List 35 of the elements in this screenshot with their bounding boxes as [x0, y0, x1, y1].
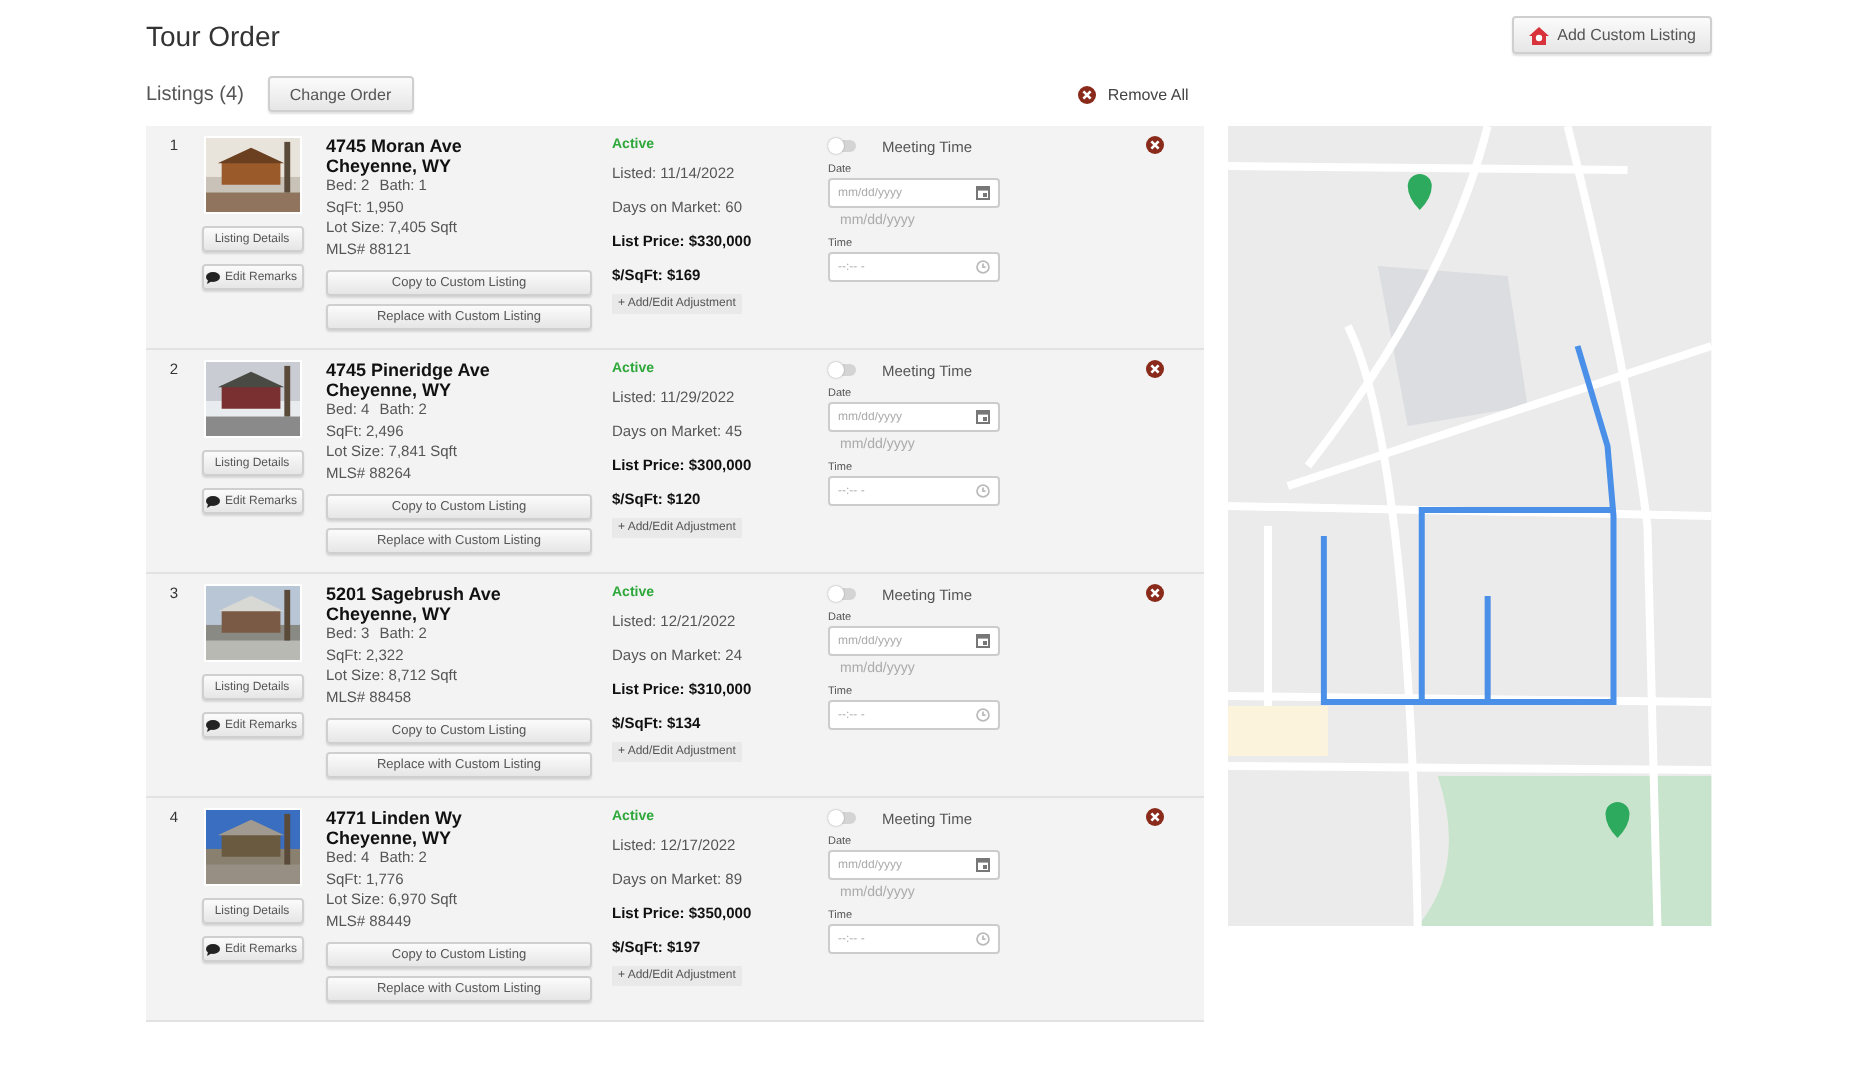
add-custom-listing-button[interactable]: Add Custom Listing	[1511, 16, 1712, 54]
calendar-icon	[976, 858, 990, 872]
clock-icon	[976, 932, 990, 946]
speech-bubble-icon	[206, 495, 221, 507]
speech-bubble-icon	[206, 271, 221, 283]
house-icon	[1527, 25, 1550, 45]
meeting-time-toggle[interactable]	[828, 140, 856, 152]
page-title: Tour Order	[146, 20, 280, 52]
listings-count: Listings (4)	[146, 83, 244, 105]
remove-icon[interactable]	[1146, 136, 1165, 154]
speech-bubble-icon	[206, 719, 221, 731]
listing-street: 4745 Moran Ave	[326, 136, 464, 156]
calendar-icon	[976, 186, 990, 200]
listing-street: 5201 Sagebrush Ave	[326, 584, 503, 604]
listing-street: 4771 Linden Wy	[326, 808, 464, 828]
listing-city: Cheyenne, WY	[326, 604, 454, 624]
listing-city: Cheyenne, WY	[326, 828, 454, 848]
change-order-button[interactable]: Change Order	[267, 76, 414, 112]
remove-icon[interactable]	[1146, 584, 1165, 602]
meeting-time-toggle[interactable]	[828, 588, 856, 600]
listing-city: Cheyenne, WY	[326, 380, 454, 400]
remove-icon[interactable]	[1146, 808, 1165, 826]
calendar-icon	[976, 410, 990, 424]
calendar-icon	[976, 634, 990, 648]
remove-icon[interactable]	[1146, 360, 1165, 378]
close-icon	[1077, 85, 1096, 103]
meeting-time-toggle[interactable]	[828, 812, 856, 824]
clock-icon	[976, 260, 990, 274]
clock-icon	[976, 484, 990, 498]
remove-all-link[interactable]: Remove All	[1077, 85, 1189, 103]
listing-street: 4745 Pineridge Ave	[326, 360, 492, 380]
speech-bubble-icon	[206, 943, 221, 955]
listing-city: Cheyenne, WY	[326, 156, 454, 176]
clock-icon	[976, 708, 990, 722]
meeting-time-toggle[interactable]	[828, 364, 856, 376]
